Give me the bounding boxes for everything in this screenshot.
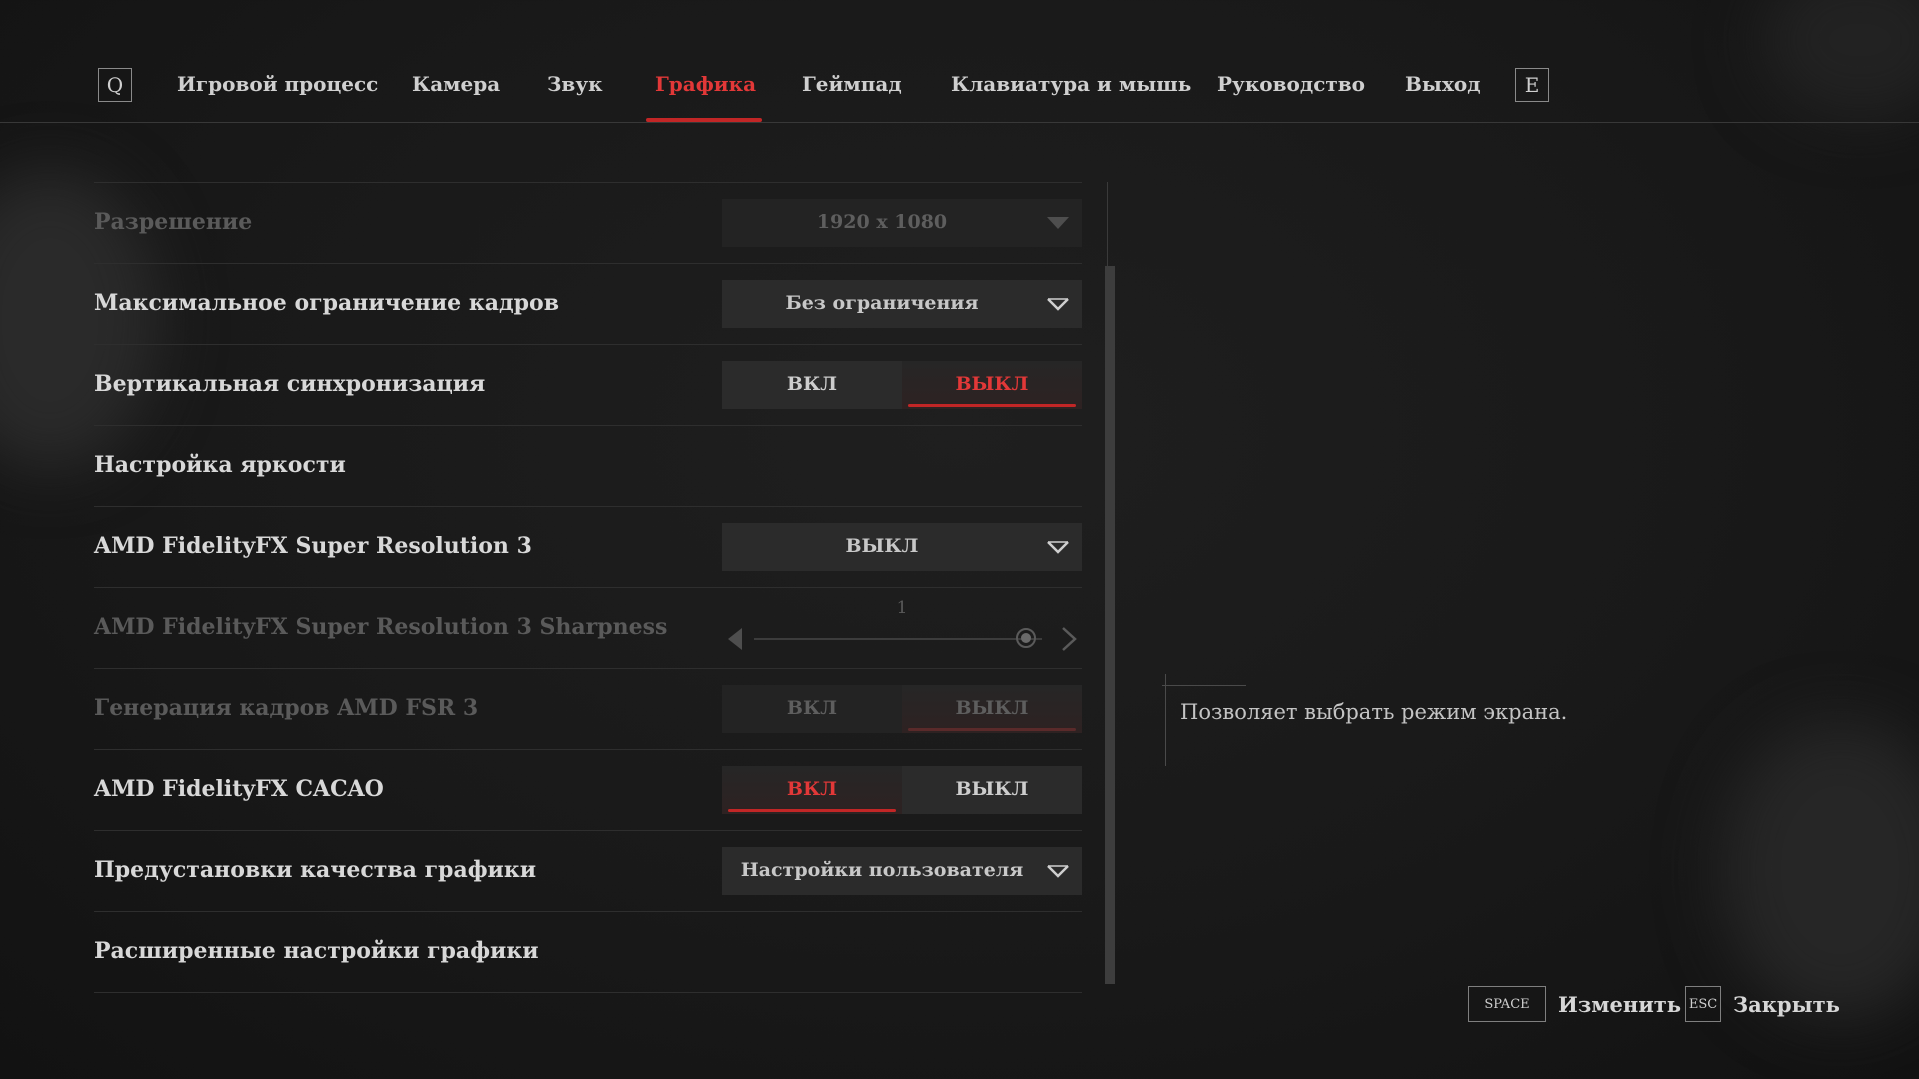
toggle-off-option[interactable]: ВЫКЛ bbox=[902, 361, 1082, 409]
tab-keyboard-mouse[interactable]: Клавиатура и мышь bbox=[951, 72, 1191, 96]
setting-row-quality-preset[interactable]: Предустановки качества графики Настройки… bbox=[94, 830, 1082, 911]
chevron-down-icon bbox=[1047, 541, 1069, 554]
setting-row-brightness[interactable]: Настройка яркости bbox=[94, 425, 1082, 506]
dropdown-value: Настройки пользователя bbox=[740, 859, 1024, 881]
tab-camera[interactable]: Камера bbox=[412, 72, 500, 96]
tab-gamepad[interactable]: Геймпад bbox=[802, 72, 902, 96]
next-tab-key[interactable]: E bbox=[1515, 68, 1549, 102]
setting-label: Вертикальная синхронизация bbox=[94, 371, 486, 397]
setting-label: Предустановки качества графики bbox=[94, 857, 537, 883]
setting-row-fsr3-sharpness: AMD FidelityFX Super Resolution 3 Sharpn… bbox=[94, 587, 1082, 668]
tab-gameplay[interactable]: Игровой процесс bbox=[177, 72, 378, 96]
top-nav-bar: Q Игровой процесс Камера Звук Графика Ге… bbox=[0, 0, 1919, 123]
dropdown-value: 1920 x 1080 bbox=[816, 211, 948, 233]
change-hint[interactable]: SPACE Изменить bbox=[1468, 986, 1681, 1022]
chevron-down-icon bbox=[1047, 217, 1069, 229]
dropdown-value: ВЫКЛ bbox=[845, 535, 919, 557]
vsync-toggle[interactable]: ВКЛ ВЫКЛ bbox=[722, 361, 1082, 409]
close-hint[interactable]: ESC Закрыть bbox=[1685, 986, 1840, 1022]
scrollbar-track bbox=[1107, 182, 1108, 266]
scrollbar-thumb[interactable] bbox=[1105, 266, 1115, 984]
fsr3-dropdown[interactable]: ВЫКЛ bbox=[722, 523, 1082, 571]
close-label: Закрыть bbox=[1733, 991, 1840, 1017]
setting-label: Настройка яркости bbox=[94, 452, 346, 478]
active-tab-indicator bbox=[646, 118, 762, 122]
cacao-toggle[interactable]: ВКЛ ВЫКЛ bbox=[722, 766, 1082, 814]
sharpness-slider: 1 bbox=[722, 598, 1082, 658]
settings-scrollbar[interactable] bbox=[1104, 182, 1116, 984]
chevron-down-icon bbox=[1047, 298, 1069, 311]
setting-label: Расширенные настройки графики bbox=[94, 938, 539, 964]
frame-limit-dropdown[interactable]: Без ограничения bbox=[722, 280, 1082, 328]
slider-track bbox=[754, 638, 1042, 640]
setting-row-vsync[interactable]: Вертикальная синхронизация ВКЛ ВЫКЛ bbox=[94, 344, 1082, 425]
setting-label: AMD FidelityFX Super Resolution 3 bbox=[94, 533, 532, 559]
toggle-on-option[interactable]: ВКЛ bbox=[722, 361, 902, 409]
frame-generation-toggle: ВКЛ ВЫКЛ bbox=[722, 685, 1082, 733]
setting-row-advanced-graphics[interactable]: Расширенные настройки графики bbox=[94, 911, 1082, 993]
quality-preset-dropdown[interactable]: Настройки пользователя bbox=[722, 847, 1082, 895]
slider-value: 1 bbox=[896, 598, 908, 618]
setting-label: AMD FidelityFX CACAO bbox=[94, 776, 384, 802]
tab-graphics[interactable]: Графика bbox=[655, 72, 756, 96]
description-frame-line bbox=[1165, 674, 1166, 766]
resolution-dropdown: 1920 x 1080 bbox=[722, 199, 1082, 247]
toggle-on-option[interactable]: ВКЛ bbox=[722, 766, 902, 814]
change-label: Изменить bbox=[1558, 991, 1682, 1017]
setting-row-resolution: Разрешение 1920 x 1080 bbox=[94, 182, 1082, 263]
prev-tab-key[interactable]: Q bbox=[98, 68, 132, 102]
setting-label: Разрешение bbox=[94, 209, 253, 235]
setting-row-cacao[interactable]: AMD FidelityFX CACAO ВКЛ ВЫКЛ bbox=[94, 749, 1082, 830]
description-frame-line bbox=[1162, 685, 1246, 686]
setting-row-fsr3[interactable]: AMD FidelityFX Super Resolution 3 ВЫКЛ bbox=[94, 506, 1082, 587]
chevron-down-icon bbox=[1047, 865, 1069, 878]
setting-row-frame-generation: Генерация кадров AMD FSR 3 ВКЛ ВЫКЛ bbox=[94, 668, 1082, 749]
toggle-on-option: ВКЛ bbox=[786, 697, 838, 719]
space-key-icon: SPACE bbox=[1468, 986, 1546, 1022]
esc-key-icon: ESC bbox=[1685, 986, 1721, 1022]
arrow-left-icon bbox=[728, 628, 742, 650]
tab-manual[interactable]: Руководство bbox=[1217, 72, 1365, 96]
graphics-settings-list: Разрешение 1920 x 1080 Максимальное огра… bbox=[94, 182, 1082, 993]
setting-label: AMD FidelityFX Super Resolution 3 Sharpn… bbox=[94, 614, 668, 640]
setting-label: Максимальное ограничение кадров bbox=[94, 290, 559, 316]
tab-exit[interactable]: Выход bbox=[1405, 72, 1481, 96]
toggle-off-option: ВЫКЛ bbox=[902, 685, 1082, 733]
toggle-off-option[interactable]: ВЫКЛ bbox=[902, 766, 1082, 814]
slider-thumb bbox=[1016, 628, 1036, 648]
setting-description: Позволяет выбрать режим экрана. bbox=[1180, 700, 1568, 724]
setting-label: Генерация кадров AMD FSR 3 bbox=[94, 695, 479, 721]
tab-sound[interactable]: Звук bbox=[547, 72, 603, 96]
background-smudge bbox=[1720, 720, 1919, 1020]
dropdown-value: Без ограничения bbox=[785, 292, 979, 314]
setting-row-frame-limit[interactable]: Максимальное ограничение кадров Без огра… bbox=[94, 263, 1082, 344]
arrow-right-icon bbox=[1062, 627, 1077, 651]
